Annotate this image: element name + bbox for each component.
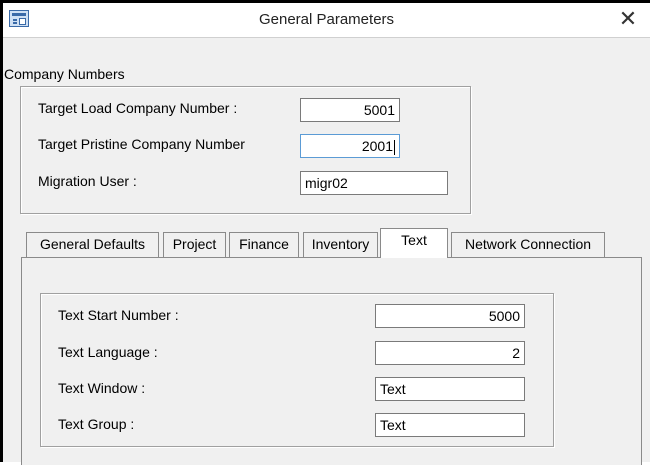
tab-text[interactable]: Text (380, 228, 448, 258)
target-load-label: Target Load Company Number : (38, 100, 238, 116)
company-numbers-caption: Company Numbers (4, 66, 125, 82)
text-window-label: Text Window : (58, 380, 146, 396)
close-icon[interactable]: ✕ (615, 7, 641, 31)
migration-user-field[interactable]: migr02 (300, 171, 448, 195)
text-group-label: Text Group : (58, 416, 135, 432)
tab-inventory[interactable]: Inventory (303, 232, 378, 257)
target-pristine-label: Target Pristine Company Number (38, 136, 245, 152)
target-pristine-value: 2001 (361, 138, 393, 154)
window-title: General Parameters (258, 11, 395, 28)
target-load-field[interactable]: 5001 (300, 98, 400, 122)
tab-network-connection[interactable]: Network Connection (451, 232, 605, 257)
tab-general-defaults[interactable]: General Defaults (26, 232, 159, 257)
text-language-field[interactable]: 2 (375, 341, 525, 365)
text-cursor (394, 139, 395, 155)
text-window-field[interactable]: Text (375, 377, 525, 401)
text-group-field[interactable]: Text (375, 413, 525, 437)
tab-project[interactable]: Project (163, 232, 226, 257)
text-start-number-label: Text Start Number : (58, 307, 179, 323)
target-pristine-field[interactable]: 2001 (300, 134, 400, 158)
tab-finance[interactable]: Finance (229, 232, 299, 257)
migration-user-label: Migration User : (38, 173, 137, 189)
general-parameters-window: General Parameters ✕ Company Numbers Tar… (0, 0, 650, 465)
text-start-number-field[interactable]: 5000 (375, 304, 525, 328)
text-language-label: Text Language : (58, 344, 158, 360)
title-bar: General Parameters ✕ (3, 3, 650, 38)
